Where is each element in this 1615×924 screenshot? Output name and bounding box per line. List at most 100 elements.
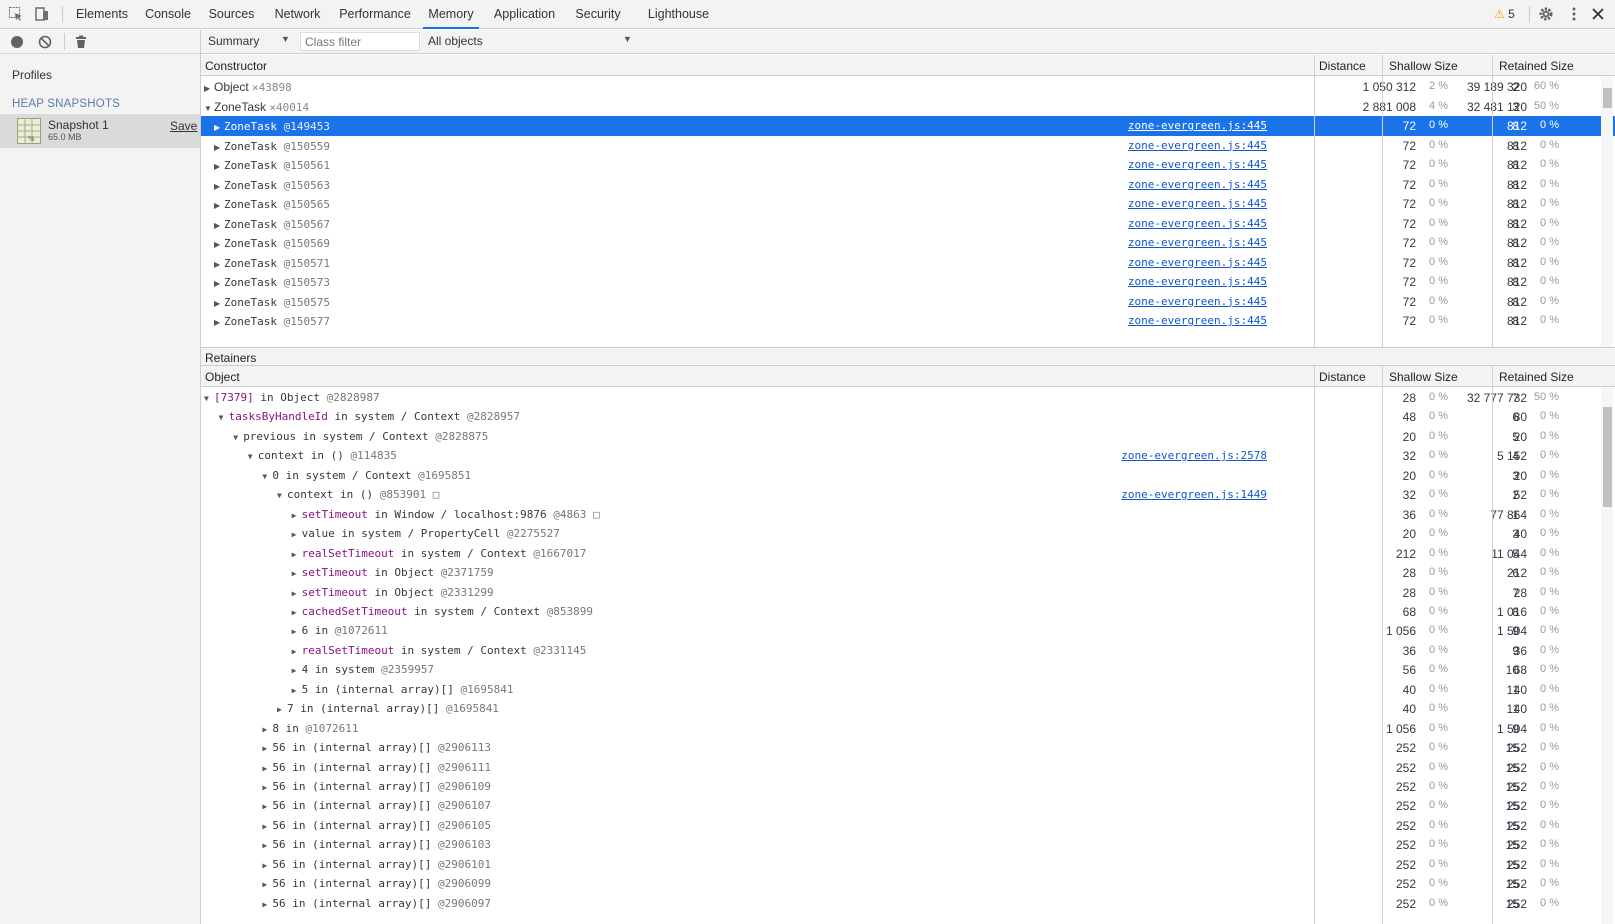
table-row[interactable]: ▶ 6 in @1072611 9 1 056 0 % 1 504 0 %: [201, 621, 1615, 641]
scrollbar-thumb[interactable]: [1603, 88, 1612, 108]
tab-application[interactable]: Application: [489, 0, 560, 29]
table-row[interactable]: ▶ ZoneTask @150575 zone-evergreen.js:445 8 7…: [201, 292, 1615, 312]
table-row[interactable]: ▶ ZoneTask @150567 zone-evergreen.js:445 8 7…: [201, 214, 1615, 234]
tab-elements[interactable]: Elements: [73, 0, 131, 29]
source-link[interactable]: zone-evergreen.js:445: [1128, 275, 1267, 288]
collapsed-triangle-icon[interactable]: ▶: [292, 627, 302, 636]
table-row[interactable]: ▶ 56 in (internal array)[] @2906103 15 252 0…: [201, 835, 1615, 855]
tab-security[interactable]: Security: [571, 0, 625, 29]
clear-profiles-icon[interactable]: [38, 35, 52, 52]
collapsed-triangle-icon[interactable]: ▶: [262, 861, 272, 870]
object-column-header[interactable]: Object: [205, 370, 240, 384]
collapsed-triangle-icon[interactable]: ▶: [262, 764, 272, 773]
table-row[interactable]: ▶ ZoneTask @150577 zone-evergreen.js:445 8 7…: [201, 311, 1615, 331]
table-row[interactable]: ▼ 0 in system / Context @1695851 3 20 0 % 20 0…: [201, 466, 1615, 486]
collapsed-triangle-icon[interactable]: ▶: [214, 182, 224, 191]
distance-column-header[interactable]: Distance: [1319, 370, 1366, 384]
collapsed-triangle-icon[interactable]: ▶: [292, 589, 302, 598]
table-row[interactable]: ▶ realSetTimeout in system / Context @233…: [201, 641, 1615, 661]
device-toolbar-icon[interactable]: [34, 6, 50, 22]
source-link[interactable]: zone-evergreen.js:445: [1128, 256, 1267, 269]
tab-lighthouse[interactable]: Lighthouse: [644, 0, 713, 29]
source-link[interactable]: zone-evergreen.js:1449: [1121, 488, 1267, 501]
expanded-triangle-icon[interactable]: ▼: [204, 104, 214, 113]
expanded-triangle-icon[interactable]: ▼: [219, 413, 229, 422]
collapsed-triangle-icon[interactable]: ▶: [292, 530, 302, 539]
shallow-size-column-header[interactable]: Shallow Size: [1389, 59, 1458, 73]
more-options-icon[interactable]: [1566, 6, 1582, 22]
constructor-column-header[interactable]: Constructor: [205, 59, 267, 73]
table-row[interactable]: ▼ tasksByHandleId in system / Context @28…: [201, 407, 1615, 427]
table-row[interactable]: ▶ 56 in (internal array)[] @2906099 15 252 0…: [201, 874, 1615, 894]
scrollbar-thumb[interactable]: [1603, 407, 1612, 507]
close-devtools-icon[interactable]: [1590, 6, 1606, 22]
table-row[interactable]: ▼ context in () @853901 □ zone-evergreen.j…: [201, 485, 1615, 505]
constructor-scrollbar[interactable]: [1601, 76, 1613, 347]
collapsed-triangle-icon[interactable]: ▶: [262, 802, 272, 811]
collapsed-triangle-icon[interactable]: ▶: [277, 705, 287, 714]
expanded-triangle-icon[interactable]: ▼: [204, 394, 214, 403]
perspective-select[interactable]: Summary: [208, 34, 259, 48]
collapsed-triangle-icon[interactable]: ▶: [292, 666, 302, 675]
tab-console[interactable]: Console: [141, 0, 195, 29]
source-link[interactable]: zone-evergreen.js:2578: [1121, 449, 1267, 462]
inspect-element-icon[interactable]: [8, 6, 24, 22]
table-row[interactable]: ▶ setTimeout in Object @2371759 6 28 0 % 212 0…: [201, 563, 1615, 583]
expanded-triangle-icon[interactable]: ▼: [262, 472, 272, 481]
table-row[interactable]: ▶ 56 in (internal array)[] @2906107 15 252 0…: [201, 796, 1615, 816]
source-link[interactable]: zone-evergreen.js:445: [1128, 139, 1267, 152]
collapsed-triangle-icon[interactable]: ▶: [214, 123, 224, 132]
table-row[interactable]: ▶ ZoneTask @150569 zone-evergreen.js:445 8 7…: [201, 233, 1615, 253]
table-row[interactable]: ▶ 4 in system @2359957 10 56 0 % 68 0 %: [201, 660, 1615, 680]
table-row[interactable]: ▼ ZoneTask ×40014 3 2 881 008 4 % 32 481 120 5…: [201, 97, 1615, 117]
collapsed-triangle-icon[interactable]: ▶: [292, 647, 302, 656]
distance-column-header[interactable]: Distance: [1319, 59, 1366, 73]
warnings-counter[interactable]: ⚠ 5: [1494, 7, 1515, 21]
expanded-triangle-icon[interactable]: ▼: [233, 433, 243, 442]
tab-performance[interactable]: Performance: [336, 0, 414, 29]
collapsed-triangle-icon[interactable]: ▶: [214, 299, 224, 308]
collapsed-triangle-icon[interactable]: ▶: [262, 783, 272, 792]
collapsed-triangle-icon[interactable]: ▶: [214, 143, 224, 152]
table-row[interactable]: ▶ ZoneTask @150573 zone-evergreen.js:445 8 7…: [201, 272, 1615, 292]
table-row[interactable]: ▶ 56 in (internal array)[] @2906105 15 252 0…: [201, 816, 1615, 836]
collect-garbage-trash-icon[interactable]: [75, 35, 87, 52]
table-row[interactable]: ▶ cachedSetTimeout in system / Context @8…: [201, 602, 1615, 622]
source-link[interactable]: zone-evergreen.js:445: [1128, 295, 1267, 308]
table-row[interactable]: ▶ 56 in (internal array)[] @2906113 15 252 0…: [201, 738, 1615, 758]
tab-network[interactable]: Network: [269, 0, 326, 29]
collapsed-triangle-icon[interactable]: ▶: [214, 221, 224, 230]
collapsed-triangle-icon[interactable]: ▶: [262, 725, 272, 734]
table-row[interactable]: ▶ realSetTimeout in system / Context @166…: [201, 544, 1615, 564]
retained-size-column-header[interactable]: Retained Size: [1499, 59, 1574, 73]
table-row[interactable]: ▶ ZoneTask @149453 zone-evergreen.js:445 8 7…: [201, 116, 1615, 136]
retainers-scrollbar[interactable]: [1601, 387, 1613, 924]
table-row[interactable]: ▶ ZoneTask @150571 zone-evergreen.js:445 8 7…: [201, 253, 1615, 273]
collapsed-triangle-icon[interactable]: ▶: [292, 550, 302, 559]
shallow-size-column-header[interactable]: Shallow Size: [1389, 370, 1458, 384]
objects-filter-select[interactable]: All objects: [428, 34, 483, 48]
record-heap-snapshot-icon[interactable]: [10, 35, 24, 52]
class-filter-input[interactable]: [300, 32, 420, 51]
collapsed-triangle-icon[interactable]: ▶: [262, 822, 272, 831]
table-row[interactable]: ▶ 56 in (internal array)[] @2906097 15 252 0…: [201, 894, 1615, 914]
source-link[interactable]: zone-evergreen.js:445: [1128, 158, 1267, 171]
collapsed-triangle-icon[interactable]: ▶: [292, 569, 302, 578]
snapshot-item[interactable]: % Snapshot 1 65.0 MB Save: [0, 114, 200, 148]
table-row[interactable]: ▶ setTimeout in Object @2331299 7 28 0 % 28 0 …: [201, 583, 1615, 603]
table-row[interactable]: ▼ context in () @114835 zone-evergreen.js:…: [201, 446, 1615, 466]
expanded-triangle-icon[interactable]: ▼: [277, 491, 287, 500]
collapsed-triangle-icon[interactable]: ▶: [292, 608, 302, 617]
collapsed-triangle-icon[interactable]: ▶: [292, 686, 302, 695]
table-row[interactable]: ▶ value in system / PropertyCell @2275527…: [201, 524, 1615, 544]
table-row[interactable]: ▶ setTimeout in Window / localhost:9876 @…: [201, 505, 1615, 525]
collapsed-triangle-icon[interactable]: ▶: [214, 240, 224, 249]
table-row[interactable]: ▶ ZoneTask @150565 zone-evergreen.js:445 8 7…: [201, 194, 1615, 214]
table-row[interactable]: ▶ 5 in (internal array)[] @1695841 11 40 0 %…: [201, 680, 1615, 700]
table-row[interactable]: ▼ [7379] in Object @2828987 7 28 0 % 32 777 7…: [201, 388, 1615, 408]
source-link[interactable]: zone-evergreen.js:445: [1128, 197, 1267, 210]
table-row[interactable]: ▶ ZoneTask @150559 zone-evergreen.js:445 8 7…: [201, 136, 1615, 156]
collapsed-triangle-icon[interactable]: ▶: [262, 880, 272, 889]
tab-sources[interactable]: Sources: [205, 0, 258, 29]
table-row[interactable]: ▶ Object ×43898 2 1 050 312 2 % 39 189 320 60 …: [201, 77, 1615, 97]
